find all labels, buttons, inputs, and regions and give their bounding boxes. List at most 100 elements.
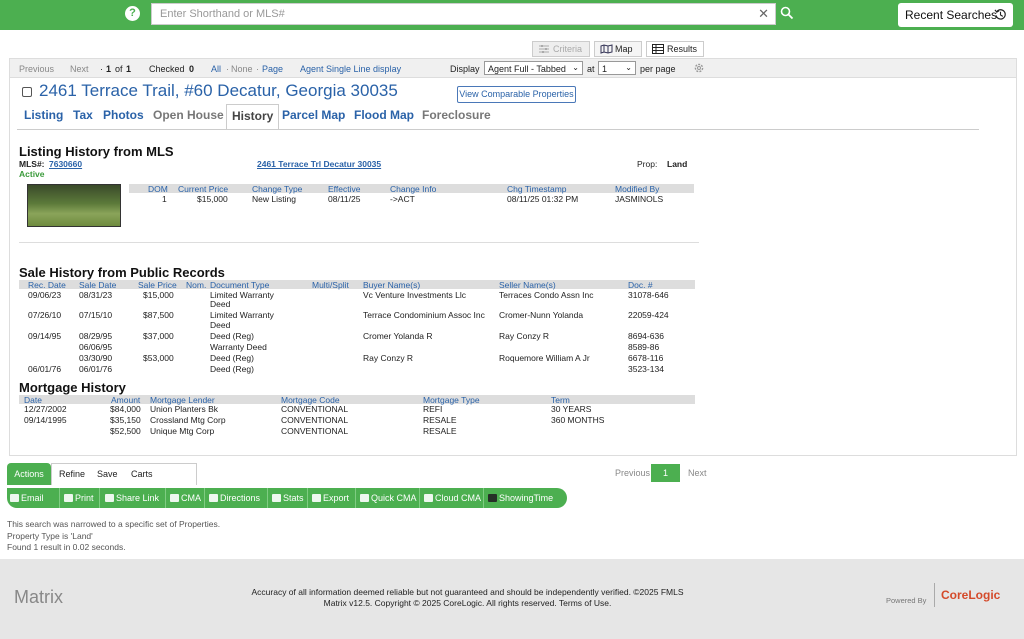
tab-history[interactable]: History <box>226 104 280 130</box>
tab-tax[interactable]: Tax <box>73 108 93 122</box>
tab-refine[interactable]: Refine <box>53 463 91 485</box>
close-icon[interactable]: ✕ <box>758 6 769 22</box>
footer-copyright: Matrix v12.5. Copyright © 2025 CoreLogic… <box>0 598 935 608</box>
sale-col-sale-price: Sale Price <box>138 280 177 290</box>
table-cell: $84,000 <box>110 404 141 414</box>
sale-col-sale-date: Sale Date <box>79 280 117 290</box>
stats-button[interactable]: Stats <box>269 488 308 508</box>
mls-col-price: Current Price <box>178 184 229 194</box>
showingtime-button[interactable]: ShowingTime <box>485 488 567 508</box>
quick-cma-button[interactable]: Quick CMA <box>357 488 420 508</box>
per-page-label: per page <box>640 64 676 74</box>
table-cell: Terraces Condo Assn Inc <box>499 290 594 300</box>
previous-link[interactable]: Previous <box>19 60 54 78</box>
stats-icon <box>272 494 281 502</box>
tab-save[interactable]: Save <box>91 463 124 485</box>
mls-col-effective: Effective <box>328 184 361 194</box>
export-label: Export <box>323 493 350 503</box>
mls-change-type: New Listing <box>252 194 296 204</box>
share-link-button[interactable]: Share Link <box>102 488 166 508</box>
criteria-tab[interactable]: Criteria <box>532 41 590 57</box>
select-all-link[interactable]: All <box>211 60 221 78</box>
table-cell: 09/14/1995 <box>24 415 67 425</box>
table-icon <box>652 44 664 54</box>
table-cell: Deed (Reg) <box>210 331 254 341</box>
mls-address-link[interactable]: 2461 Terrace Trl Decatur 30035 <box>257 159 381 169</box>
table-cell: 8694-636 <box>628 331 664 341</box>
tab-carts[interactable]: Carts <box>125 463 159 485</box>
table-cell: CONVENTIONAL <box>281 415 349 425</box>
table-cell: 12/27/2002 <box>24 404 67 414</box>
mls-number-link[interactable]: 7630660 <box>49 159 82 169</box>
cma-button[interactable]: CMA <box>167 488 205 508</box>
mls-price: $15,000 <box>197 194 228 204</box>
table-cell: CONVENTIONAL <box>281 404 349 414</box>
cloud-cma-button[interactable]: Cloud CMA <box>421 488 484 508</box>
sliders-icon <box>539 45 549 53</box>
pager-next[interactable]: Next <box>688 464 707 482</box>
checked-count: 0 <box>189 64 195 74</box>
search-input[interactable] <box>152 4 752 24</box>
sale-col-nom: Nom. <box>186 280 207 290</box>
table-cell: $35,150 <box>110 415 141 425</box>
tab-flood-map[interactable]: Flood Map <box>354 108 414 122</box>
table-cell: $15,000 <box>143 290 174 300</box>
pagination-bar: Previous Next · 1 of 1 Checked 0 All · N… <box>9 58 1017 78</box>
tab-actions[interactable]: Actions <box>7 463 51 485</box>
gear-icon[interactable] <box>693 62 705 74</box>
tab-open-house[interactable]: Open House <box>153 108 224 122</box>
agent-single-line-link[interactable]: Agent Single Line display <box>300 60 401 78</box>
display-select-value: Agent Full - Tabbed <box>488 64 566 74</box>
select-none-link[interactable]: None <box>231 60 253 78</box>
results-tab[interactable]: Results <box>646 41 704 57</box>
terms-link[interactable]: Terms of Use. <box>559 598 611 608</box>
table-cell: Terrace Condominium Assoc Inc <box>363 310 485 320</box>
directions-button[interactable]: Directions <box>206 488 268 508</box>
view-comparable-button[interactable]: View Comparable Properties <box>457 86 576 103</box>
mls-timestamp: 08/11/25 01:32 PM <box>507 194 579 204</box>
next-link[interactable]: Next <box>70 60 89 78</box>
search-box: ✕ <box>151 3 776 25</box>
help-icon[interactable]: ? <box>125 6 140 21</box>
mls-col-timestamp: Chg Timestamp <box>507 184 567 194</box>
table-cell: RESALE <box>423 426 457 436</box>
quick-cma-icon <box>360 494 369 502</box>
tab-listing[interactable]: Listing <box>24 108 63 122</box>
share-label: Share Link <box>116 493 160 503</box>
recent-searches-button[interactable]: Recent Searches <box>898 3 1013 27</box>
table-cell: Deed (Reg) <box>210 364 254 374</box>
listing-checkbox[interactable] <box>22 87 32 97</box>
print-button[interactable]: Print <box>61 488 100 508</box>
sale-col-buyer: Buyer Name(s) <box>363 280 421 290</box>
map-tab[interactable]: Map <box>594 41 642 57</box>
listing-photo[interactable] <box>27 184 121 227</box>
table-cell: 09/06/23 <box>28 290 62 300</box>
table-cell: $53,000 <box>143 353 174 363</box>
action-bar: Email Print Share Link CMA Directions St… <box>7 488 567 508</box>
table-cell: Cromer-Nunn Yolanda <box>499 310 584 320</box>
search-icon[interactable] <box>780 6 794 20</box>
status-badge: Active <box>19 169 45 179</box>
email-button[interactable]: Email <box>7 488 60 508</box>
display-select[interactable]: Agent Full - Tabbed ⌄ <box>484 61 583 75</box>
pager-previous[interactable]: Previous <box>615 464 650 482</box>
listing-address[interactable]: 2461 Terrace Trail, #60 Decatur, Georgia… <box>39 81 398 101</box>
table-cell: $87,500 <box>143 310 174 320</box>
sale-col-rec-date: Rec. Date <box>28 280 66 290</box>
tab-foreclosure[interactable]: Foreclosure <box>422 108 491 122</box>
mls-history-title: Listing History from MLS <box>19 144 174 159</box>
page-current: 1 <box>106 64 112 74</box>
table-cell: 06/06/95 <box>79 342 113 352</box>
sale-col-multi-split: Multi/Split <box>312 280 349 290</box>
mls-dom: 1 <box>162 194 167 204</box>
tab-photos[interactable]: Photos <box>103 108 144 122</box>
table-cell: Unique Mtg Corp <box>150 426 215 436</box>
select-page-link[interactable]: Page <box>262 60 283 78</box>
results-label: Results <box>667 44 698 54</box>
table-cell: 3523-134 <box>628 364 664 374</box>
per-page-select[interactable]: 1 ⌄ <box>598 61 636 75</box>
export-button[interactable]: Export <box>309 488 356 508</box>
tab-parcel-map[interactable]: Parcel Map <box>282 108 345 122</box>
history-icon <box>994 9 1006 20</box>
pager-current[interactable]: 1 <box>651 464 680 482</box>
